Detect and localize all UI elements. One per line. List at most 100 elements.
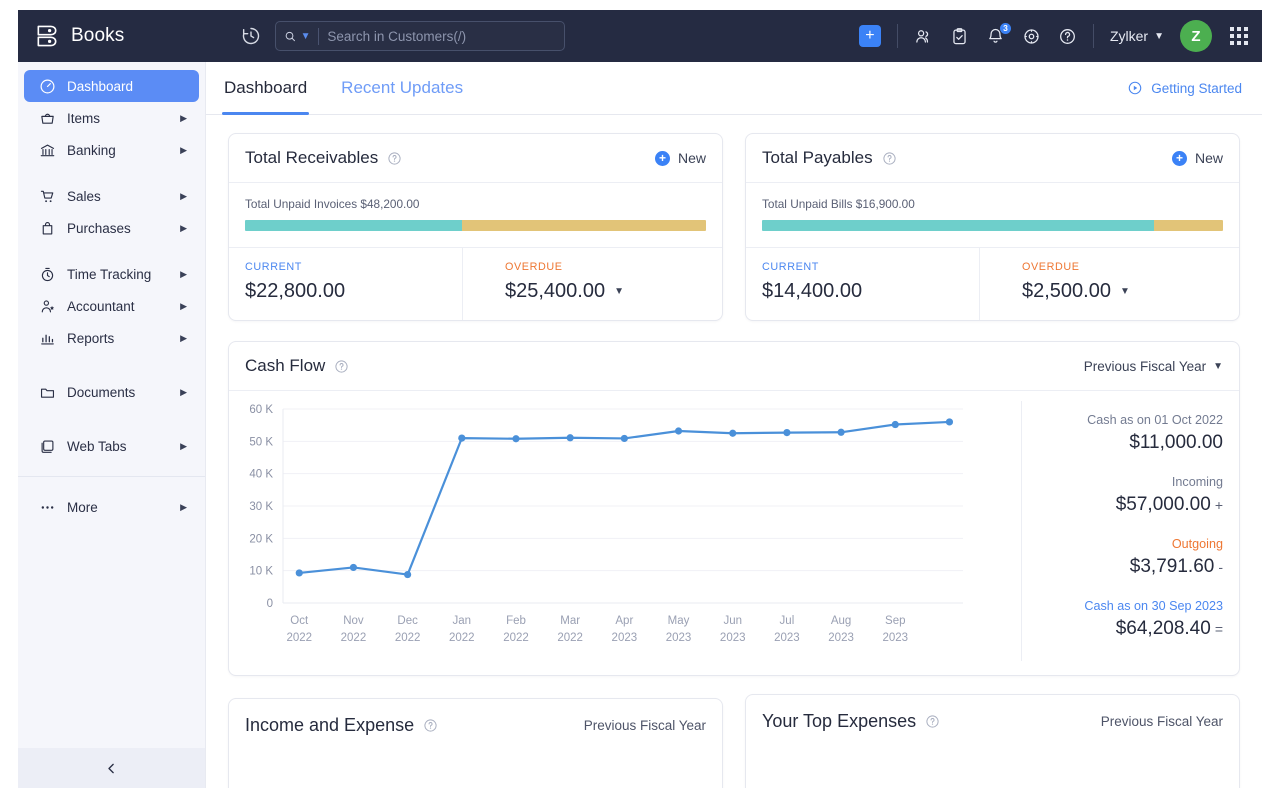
chevron-down-icon: ▼	[1154, 30, 1164, 42]
top-bar: Books ▼ +	[18, 10, 1262, 62]
chevron-down-icon[interactable]: ▼	[614, 286, 624, 297]
x-tick-month: Mar	[560, 615, 580, 627]
help-icon[interactable]	[882, 151, 897, 166]
sidebar-collapse-button[interactable]	[18, 748, 205, 788]
web-tabs-icon	[38, 437, 56, 455]
data-point[interactable]	[404, 570, 412, 579]
tab-dashboard[interactable]: Dashboard	[222, 62, 310, 115]
svg-text:20 K: 20 K	[249, 533, 273, 545]
sidebar-item-items[interactable]: Items ▶	[24, 102, 199, 134]
brand[interactable]: Books	[34, 23, 219, 49]
tasks-icon[interactable]	[950, 27, 969, 46]
incoming-value: $57,000.00	[1115, 494, 1211, 515]
history-icon[interactable]	[241, 26, 261, 46]
data-point[interactable]	[891, 420, 899, 429]
data-point[interactable]	[837, 428, 845, 436]
help-icon[interactable]	[925, 714, 940, 729]
card-title: Total Payables	[762, 148, 873, 167]
sidebar-item-purchases[interactable]: Purchases ▶	[24, 212, 199, 244]
chevron-down-icon[interactable]: ▼	[1120, 286, 1130, 297]
more-icon	[38, 498, 56, 516]
sidebar-item-accountant[interactable]: Accountant ▶	[24, 290, 199, 322]
add-icon: +	[654, 150, 670, 166]
divider	[1092, 24, 1094, 48]
incoming-value-wrap: $57,000.00 +	[1038, 494, 1223, 516]
data-point[interactable]	[566, 434, 574, 442]
getting-started-button[interactable]: Getting Started	[1127, 80, 1242, 96]
sidebar: Dashboard Items ▶ Banking ▶ Sales ▶ Purc…	[18, 62, 206, 788]
data-point[interactable]	[783, 429, 791, 437]
period-label[interactable]: Previous Fiscal Year	[584, 718, 706, 733]
card-header: Total Receivables + New	[229, 134, 722, 183]
period-label[interactable]: Previous Fiscal Year	[1101, 714, 1223, 729]
organization-name: Zylker	[1109, 28, 1149, 44]
sidebar-item-time-tracking[interactable]: Time Tracking ▶	[24, 258, 199, 290]
closing-value-wrap: $64,208.40 =	[1038, 618, 1223, 640]
overdue-label: OVERDUE	[505, 261, 563, 273]
apps-grid-icon[interactable]	[1230, 27, 1248, 45]
x-tick-year: 2023	[774, 632, 800, 644]
x-tick-month: Oct	[290, 615, 309, 627]
notifications-icon[interactable]: 3	[986, 22, 1011, 46]
svg-text:30 K: 30 K	[249, 501, 273, 513]
payables-current[interactable]: CURRENT $14,400.00	[746, 248, 979, 320]
chevron-right-icon: ▶	[180, 222, 187, 233]
sidebar-item-reports[interactable]: Reports ▶	[24, 322, 199, 354]
organization-selector[interactable]: Zylker ▼	[1110, 28, 1164, 44]
help-icon[interactable]	[423, 718, 438, 733]
payables-overdue[interactable]: OVERDUE $2,500.00 ▼	[979, 248, 1239, 320]
help-icon[interactable]	[334, 359, 349, 374]
add-icon[interactable]: +	[858, 25, 881, 47]
sidebar-item-banking[interactable]: Banking ▶	[24, 134, 199, 166]
books-logo-icon	[37, 25, 57, 47]
top-bar-icon-group: 3	[914, 22, 1077, 46]
card-header: Total Payables + New	[746, 134, 1239, 183]
search-input[interactable]	[327, 28, 556, 44]
sidebar-item-more[interactable]: More ▶	[24, 491, 199, 523]
data-point[interactable]	[620, 434, 628, 443]
sidebar-item-label: Purchases	[67, 220, 131, 236]
new-bill-button[interactable]: + New	[1171, 150, 1223, 166]
cash-flow-period-selector[interactable]: Previous Fiscal Year ▼	[1084, 359, 1223, 374]
closing-label[interactable]: Cash as on 30 Sep 2023	[1038, 599, 1223, 613]
cash-flow-chart[interactable]: 0 10 K 20 K 30 K 40 K 50 K 60 K Oct 2022 Nov 2022 D…	[229, 401, 1021, 659]
data-point[interactable]	[512, 435, 520, 443]
help-icon[interactable]	[387, 151, 402, 166]
sales-icon	[38, 187, 56, 205]
sidebar-item-dashboard[interactable]: Dashboard	[24, 70, 199, 102]
receivables-current[interactable]: CURRENT $22,800.00	[229, 248, 462, 320]
chevron-right-icon: ▶	[180, 332, 187, 343]
divider	[896, 24, 898, 48]
sidebar-item-documents[interactable]: Documents ▶	[24, 376, 199, 408]
data-point[interactable]	[729, 429, 737, 437]
svg-text:10 K: 10 K	[249, 566, 273, 578]
data-point[interactable]	[674, 427, 683, 435]
tab-recent-updates[interactable]: Recent Updates	[339, 62, 465, 114]
new-invoice-button[interactable]: + New	[654, 150, 706, 166]
search-scope-chevron-down-icon[interactable]: ▼	[301, 31, 311, 42]
data-point[interactable]	[458, 434, 466, 442]
search-box[interactable]: ▼	[275, 21, 565, 51]
sidebar-item-web-tabs[interactable]: Web Tabs ▶	[24, 430, 199, 462]
data-point[interactable]	[945, 418, 954, 426]
outgoing-block: Outgoing $3,791.60-	[1038, 537, 1223, 578]
receivables-overdue[interactable]: OVERDUE $25,400.00 ▼	[462, 248, 722, 320]
dashboard-scroll-area[interactable]: Total Receivables + New Total Unpaid Inv…	[206, 115, 1262, 788]
current-label: CURRENT	[762, 261, 819, 273]
closing-operator: =	[1214, 621, 1223, 637]
x-tick-year: 2022	[395, 632, 421, 644]
brand-name: Books	[71, 25, 125, 46]
income-and-expense-card: Income and Expense Previous Fiscal Year	[228, 698, 723, 788]
data-point[interactable]	[349, 563, 358, 572]
data-point[interactable]	[295, 569, 303, 577]
sidebar-item-sales[interactable]: Sales ▶	[24, 180, 199, 212]
sidebar-item-label: Accountant	[67, 298, 135, 314]
settings-icon[interactable]	[1022, 27, 1041, 46]
avatar[interactable]: Z	[1180, 20, 1212, 52]
add-icon: +	[1171, 150, 1187, 166]
help-icon[interactable]	[1058, 27, 1077, 46]
new-label: New	[1194, 150, 1223, 166]
x-tick-month: Jun	[723, 615, 742, 627]
outgoing-label: Outgoing	[1171, 537, 1223, 551]
contacts-icon[interactable]	[914, 27, 933, 46]
